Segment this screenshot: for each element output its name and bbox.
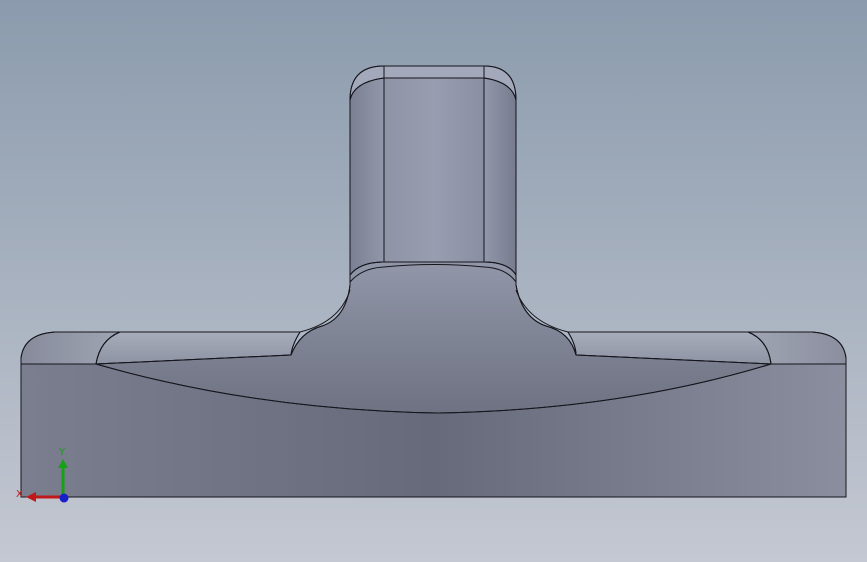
- post-right-round-face[interactable]: [483, 77, 517, 277]
- post-left-round-face[interactable]: [349, 77, 385, 277]
- z-axis-dot: [59, 493, 69, 503]
- x-axis-label: X: [16, 489, 23, 500]
- graphics-viewport[interactable]: Y X: [0, 0, 867, 562]
- cad-model-canvas[interactable]: Y X: [0, 0, 867, 562]
- y-axis-label: Y: [58, 447, 66, 458]
- post-front-face[interactable]: [383, 77, 485, 263]
